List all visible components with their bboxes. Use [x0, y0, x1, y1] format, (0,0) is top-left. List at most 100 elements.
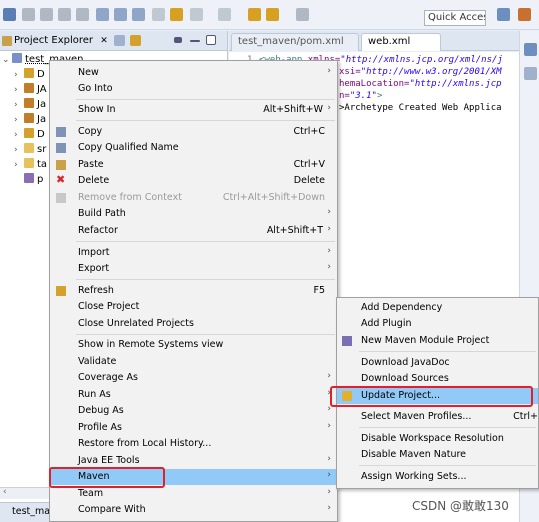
- maven-module-icon: [342, 336, 352, 346]
- editor-tab-bar: test_maven/pom.xml web.xml: [229, 31, 519, 51]
- submenu-item-add-dependency[interactable]: Add Dependency: [337, 300, 538, 316]
- submenu-item-disable-workspace-resolution[interactable]: Disable Workspace Resolution: [337, 431, 538, 447]
- tree-item[interactable]: › Ja: [14, 113, 46, 128]
- menu-item-run-as[interactable]: Run As ›: [50, 387, 337, 403]
- submenu-item-assign-working-sets[interactable]: Assign Working Sets...: [337, 469, 538, 485]
- submenu-item-select-maven-profiles[interactable]: Select Maven Profiles... Ctrl+: [337, 409, 538, 425]
- menu-separator: [76, 99, 335, 100]
- scroll-left-icon[interactable]: ‹: [3, 487, 7, 497]
- nav-arrow-icon[interactable]: [296, 8, 309, 21]
- submenu-item-download-javadoc[interactable]: Download JavaDoc: [337, 355, 538, 371]
- menu-separator: [76, 120, 335, 121]
- menu-separator: [359, 351, 536, 352]
- bottom-view-tab[interactable]: test_mav: [0, 502, 49, 522]
- tree-item[interactable]: › ta: [14, 158, 47, 173]
- minimize-icon[interactable]: [190, 40, 200, 42]
- pom-file-icon: [24, 173, 34, 183]
- submenu-arrow-icon: ›: [327, 421, 331, 431]
- menu-item-validate[interactable]: Validate: [50, 354, 337, 370]
- forward-arrow-icon[interactable]: [266, 8, 279, 21]
- maximize-icon[interactable]: [206, 35, 216, 45]
- menu-separator: [76, 334, 335, 335]
- menu-item-new[interactable]: New ›: [50, 65, 337, 81]
- submenu-item-new-maven-module[interactable]: New Maven Module Project: [337, 333, 538, 349]
- pin-icon[interactable]: [3, 8, 16, 21]
- quick-access-input[interactable]: Quick Access: [424, 10, 486, 26]
- perspective-icon[interactable]: [497, 8, 510, 21]
- tree-item[interactable]: › D: [14, 68, 45, 83]
- paste-icon: [56, 160, 66, 170]
- external-tools-icon[interactable]: [170, 8, 183, 21]
- submenu-arrow-icon: ›: [327, 503, 331, 513]
- refresh-icon: [56, 286, 66, 296]
- step-into-icon[interactable]: [96, 8, 109, 21]
- menu-item-copy-qualified-name[interactable]: Copy Qualified Name: [50, 140, 337, 156]
- close-icon[interactable]: ✕: [100, 36, 108, 46]
- submenu-item-add-plugin[interactable]: Add Plugin: [337, 316, 538, 332]
- menu-item-show-in[interactable]: Show In Alt+Shift+W ›: [50, 102, 337, 118]
- menu-separator: [76, 241, 335, 242]
- menu-item-compare-with[interactable]: Compare With ›: [50, 502, 337, 518]
- submenu-item-disable-maven-nature[interactable]: Disable Maven Nature: [337, 447, 538, 463]
- suspend-icon[interactable]: [40, 8, 53, 21]
- menu-item-remove-from-context[interactable]: Remove from Context Ctrl+Alt+Shift+Down: [50, 190, 337, 206]
- code-line: >Archetype Created Web Applica: [339, 103, 502, 113]
- library-icon: [24, 83, 34, 93]
- submenu-arrow-icon: ›: [327, 487, 331, 497]
- menu-item-restore-from-local-history[interactable]: Restore from Local History...: [50, 436, 337, 452]
- menu-item-build-path[interactable]: Build Path ›: [50, 206, 337, 222]
- menu-separator: [76, 279, 335, 280]
- explorer-view-icon: [2, 36, 12, 46]
- submenu-arrow-icon: ›: [327, 246, 331, 256]
- explorer-title[interactable]: Project Explorer ✕: [14, 35, 108, 46]
- open-type-icon[interactable]: [190, 8, 203, 21]
- tree-item[interactable]: p: [24, 173, 43, 188]
- collapse-all-icon[interactable]: [114, 35, 125, 46]
- copy-icon: [56, 127, 66, 137]
- folder-icon: [24, 68, 34, 78]
- menu-item-import[interactable]: Import ›: [50, 245, 337, 261]
- menu-item-profile-as[interactable]: Profile As ›: [50, 420, 337, 436]
- tab-pom-xml[interactable]: test_maven/pom.xml: [231, 33, 359, 51]
- tree-item[interactable]: › Ja: [14, 98, 46, 113]
- link-editor-icon[interactable]: [130, 35, 141, 46]
- watermark: CSDN @敢敢130: [412, 499, 509, 513]
- drop-to-frame-icon[interactable]: [152, 8, 165, 21]
- outline-icon[interactable]: [524, 43, 537, 56]
- menu-item-coverage-as[interactable]: Coverage As ›: [50, 370, 337, 386]
- menu-item-go-into[interactable]: Go Into: [50, 81, 337, 97]
- submenu-arrow-icon: ›: [327, 454, 331, 464]
- horizontal-scrollbar[interactable]: ‹: [0, 487, 49, 499]
- menu-item-show-in-remote-systems[interactable]: Show in Remote Systems view: [50, 337, 337, 353]
- expand-arrow-icon[interactable]: ⌄: [2, 55, 12, 65]
- tab-web-xml[interactable]: web.xml: [361, 33, 441, 51]
- java-ee-perspective-icon[interactable]: [518, 8, 531, 21]
- disconnect-icon[interactable]: [76, 8, 89, 21]
- terminate-icon[interactable]: [58, 8, 71, 21]
- menu-item-paste[interactable]: Paste Ctrl+V: [50, 157, 337, 173]
- view-menu-icon[interactable]: [174, 37, 182, 43]
- submenu-item-download-sources[interactable]: Download Sources: [337, 371, 538, 387]
- tree-item[interactable]: › D: [14, 128, 45, 143]
- submenu-arrow-icon: ›: [327, 224, 331, 234]
- step-over-icon[interactable]: [114, 8, 127, 21]
- step-icon[interactable]: [22, 8, 35, 21]
- back-arrow-icon[interactable]: [248, 8, 261, 21]
- menu-item-export[interactable]: Export ›: [50, 261, 337, 277]
- library-icon: [24, 98, 34, 108]
- menu-item-refresh[interactable]: Refresh F5: [50, 283, 337, 299]
- menu-item-close-unrelated-projects[interactable]: Close Unrelated Projects: [50, 316, 337, 332]
- maven-highlight-box: [49, 467, 165, 488]
- menu-item-team[interactable]: Team ›: [50, 486, 337, 502]
- menu-item-refactor[interactable]: Refactor Alt+Shift+T ›: [50, 223, 337, 239]
- step-return-icon[interactable]: [132, 8, 145, 21]
- menu-item-debug-as[interactable]: Debug As ›: [50, 403, 337, 419]
- search-icon[interactable]: [218, 8, 231, 21]
- update-project-highlight-box: [330, 386, 533, 407]
- tree-item[interactable]: › sr: [14, 143, 46, 158]
- menu-item-delete[interactable]: ✖ Delete Delete: [50, 173, 337, 189]
- task-list-icon[interactable]: [524, 67, 537, 80]
- menu-item-close-project[interactable]: Close Project: [50, 299, 337, 315]
- tree-item[interactable]: › JA: [14, 83, 47, 98]
- menu-item-copy[interactable]: Copy Ctrl+C: [50, 124, 337, 140]
